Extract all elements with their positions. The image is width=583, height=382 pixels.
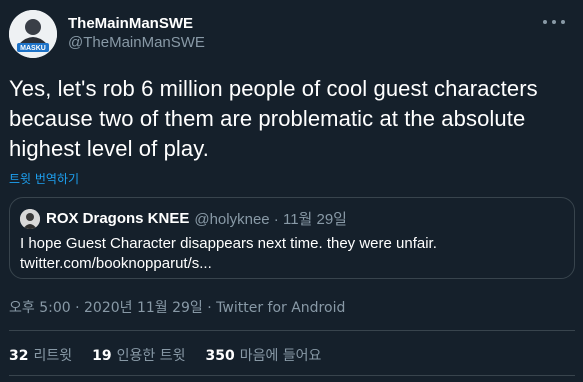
tweet-timestamp-source[interactable]: 오후 5:00 · 2020년 11월 29일 · Twitter for An… [9, 297, 345, 317]
dot [552, 20, 556, 24]
quoted-link[interactable]: twitter.com/booknopparut/s... [20, 254, 437, 274]
quotes-count: 19 [92, 348, 112, 364]
avatar-logo-text: MASKU [20, 45, 46, 52]
divider [9, 330, 575, 331]
quoted-author-name: ROX Dragons KNEE [46, 210, 190, 227]
tweet-text-line: Yes, let's rob 6 million people of cool … [9, 76, 538, 101]
avatar-image: MASKU [9, 10, 57, 58]
quoted-author-avatar [20, 208, 40, 229]
likes-label: 마음에 들어요 [239, 348, 322, 364]
retweets-label: 리트윗 [33, 348, 73, 364]
quoted-avatar-image [20, 208, 40, 229]
tweet-text: Yes, let's rob 6 million people of cool … [9, 74, 569, 164]
divider [9, 375, 575, 376]
likes-stat[interactable]: 350 마음에 들어요 [205, 345, 321, 365]
tweet-card: MASKU TheMainManSWE @TheMainManSWE Yes, … [0, 0, 583, 382]
quoted-author-meta: @holyknee · 11월 29일 [194, 211, 347, 228]
more-dots-icon[interactable] [543, 14, 565, 30]
author-names: TheMainManSWE @TheMainManSWE [68, 14, 205, 53]
tweet-text-line: highest level of play. [9, 136, 209, 161]
quoted-tweet-text: I hope Guest Character disappears next t… [20, 234, 437, 274]
retweets-stat[interactable]: 32 리트윗 [9, 345, 72, 365]
tweet-text-line: because two of them are problematic at t… [9, 106, 526, 131]
tweet-header: MASKU TheMainManSWE @TheMainManSWE [9, 9, 205, 59]
dot [561, 20, 565, 24]
retweets-count: 32 [9, 348, 29, 364]
quotes-stat[interactable]: 19 인용한 트윗 [92, 345, 185, 365]
dot [543, 20, 547, 24]
author-handle[interactable]: @TheMainManSWE [68, 33, 205, 53]
quotes-label: 인용한 트윗 [116, 348, 186, 364]
author-avatar[interactable]: MASKU [9, 10, 57, 58]
translate-tweet-link[interactable]: 트윗 번역하기 [9, 170, 79, 187]
quoted-text-line: I hope Guest Character disappears next t… [20, 235, 437, 252]
quoted-tweet-header: ROX Dragons KNEE @holyknee · 11월 29일 [20, 208, 347, 229]
author-display-name[interactable]: TheMainManSWE [68, 14, 205, 33]
tweet-stats: 32 리트윗 19 인용한 트윗 350 마음에 들어요 [9, 345, 341, 365]
likes-count: 350 [205, 348, 235, 364]
quoted-tweet[interactable]: ROX Dragons KNEE @holyknee · 11월 29일 I h… [9, 197, 575, 279]
